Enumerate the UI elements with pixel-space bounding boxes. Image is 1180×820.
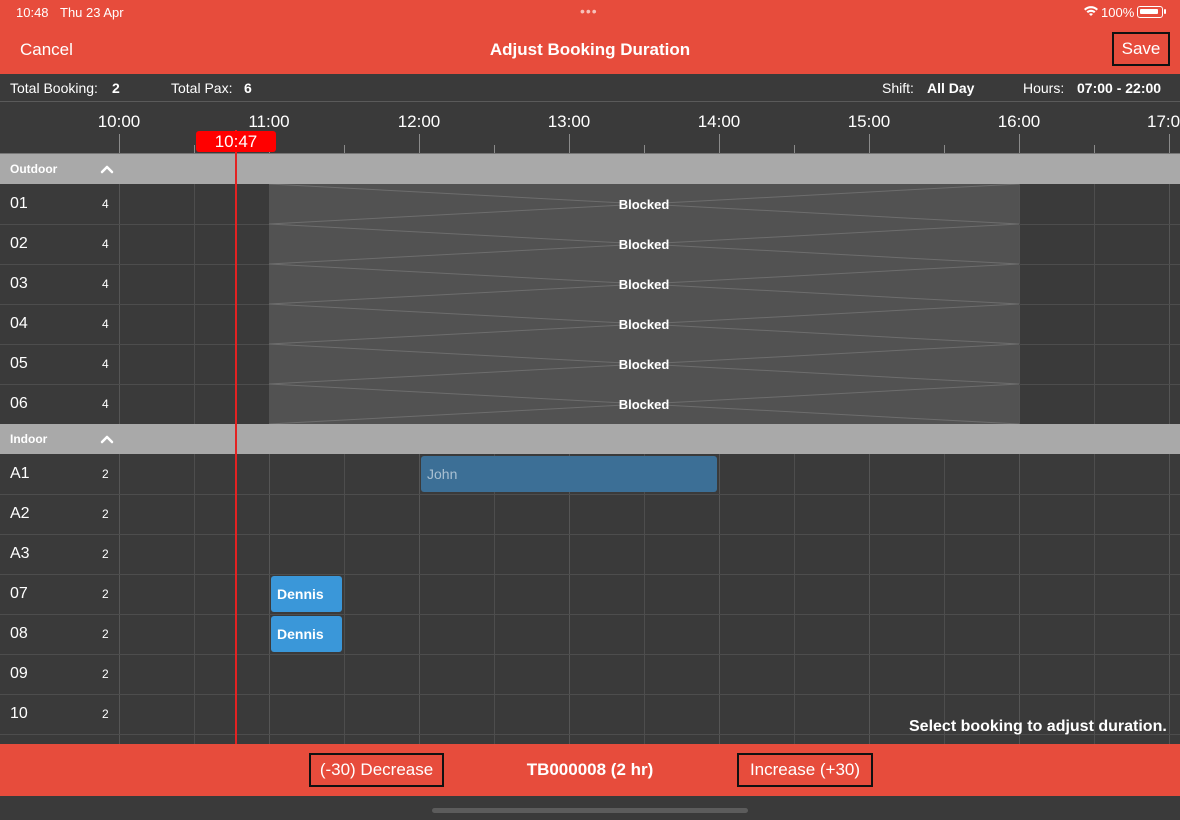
table-pax: 2 (102, 467, 109, 481)
table-name: 09 (10, 665, 28, 682)
blocked-label: Blocked (618, 237, 670, 252)
time-tick (419, 134, 420, 154)
status-time: 10:48 (16, 5, 49, 20)
time-tick (119, 134, 120, 154)
table-row: 09 2 (0, 654, 1180, 694)
page-title: Adjust Booking Duration (489, 40, 691, 59)
table-name: A3 (10, 545, 30, 562)
booking-block[interactable]: Dennis (271, 616, 342, 652)
table-name: 04 (10, 315, 28, 332)
table-name: 10 (10, 705, 28, 722)
section-header-indoor[interactable]: Indoor (0, 424, 1180, 454)
time-tick (1019, 134, 1020, 154)
hour-label: 11:00 (248, 112, 290, 131)
table-name: 03 (10, 275, 28, 292)
hint-text: Select booking to adjust duration. (909, 718, 1167, 735)
chevron-up-icon[interactable] (100, 165, 114, 174)
table-pax: 4 (102, 397, 109, 411)
wifi-icon (1084, 6, 1098, 16)
table-row: A3 2 (0, 534, 1180, 574)
table-pax: 4 (102, 277, 109, 291)
table-pax: 4 (102, 357, 109, 371)
total-booking-label: Total Booking: (10, 80, 98, 96)
time-tick (869, 134, 870, 154)
table-row: A2 2 (0, 494, 1180, 534)
shift-label: Shift: (882, 80, 914, 96)
blocked-label: Blocked (618, 357, 670, 372)
current-time-line (235, 130, 237, 744)
table-name: 07 (10, 585, 28, 602)
blocked-label: Blocked (618, 197, 670, 212)
section-label: Outdoor (10, 162, 58, 176)
table-row: 04 4 Blocked (0, 304, 1180, 344)
multitask-dots-icon: ••• (580, 3, 598, 19)
battery-cap (1164, 9, 1166, 14)
hour-label: 10:00 (97, 112, 141, 131)
table-pax: 4 (102, 197, 109, 211)
status-bar: 10:48 Thu 23 Apr ••• 100% (0, 0, 1180, 24)
hour-label: 13:00 (547, 112, 591, 131)
hour-label: 14:00 (697, 112, 741, 131)
table-pax: 2 (102, 627, 109, 641)
hour-label: 17:0 (1147, 112, 1180, 131)
table-name: 08 (10, 625, 28, 642)
table-row: 08 2 (0, 614, 1180, 654)
table-row: 05 4 Blocked (0, 344, 1180, 384)
save-button[interactable]: Save (1112, 32, 1170, 66)
table-name: 05 (10, 355, 28, 372)
table-name: A2 (10, 505, 30, 522)
battery-percent: 100% (1101, 5, 1135, 20)
table-name: 01 (10, 195, 28, 212)
current-time-tag: 10:47 (196, 131, 276, 152)
booking-block-selected[interactable]: John (421, 456, 717, 492)
total-pax-label: Total Pax: (171, 80, 233, 96)
shift-value[interactable]: All Day (927, 80, 974, 96)
table-row: 07 2 (0, 574, 1180, 614)
blocked-label: Blocked (618, 277, 670, 292)
time-header[interactable]: 10:00 11:00 12:00 13:00 14:00 15:00 16:0… (0, 102, 1180, 154)
table-name: A1 (10, 465, 30, 482)
booking-block[interactable]: Dennis (271, 576, 342, 612)
table-name: 02 (10, 235, 28, 252)
summary-bar: Total Booking: 2 Total Pax: 6 Shift: All… (0, 74, 1180, 102)
section-header-outdoor[interactable]: Outdoor (0, 154, 1180, 184)
battery-icon (1137, 6, 1163, 18)
table-pax: 2 (102, 707, 109, 721)
section-label: Indoor (10, 432, 48, 446)
table-pax: 2 (102, 507, 109, 521)
table-row: 01 4 Blocked (0, 184, 1180, 224)
table-row: 06 4 Blocked (0, 384, 1180, 424)
time-tick (719, 134, 720, 154)
table-pax: 2 (102, 547, 109, 561)
blocked-label: Blocked (618, 397, 670, 412)
table-pax: 4 (102, 317, 109, 331)
home-indicator[interactable] (432, 808, 748, 813)
total-pax-value: 6 (244, 80, 252, 96)
table-name: 06 (10, 395, 28, 412)
table-row: 03 4 Blocked (0, 264, 1180, 304)
hour-label: 15:00 (847, 112, 891, 131)
hours-label: Hours: (1023, 80, 1065, 96)
blocked-label: Blocked (618, 317, 670, 332)
time-tick (1169, 134, 1170, 154)
table-pax: 2 (102, 667, 109, 681)
status-date: Thu 23 Apr (60, 5, 124, 20)
table-pax: 4 (102, 237, 109, 251)
table-pax: 2 (102, 587, 109, 601)
total-booking-value: 2 (112, 80, 120, 96)
hour-label: 12:00 (397, 112, 441, 131)
chevron-up-icon[interactable] (100, 435, 114, 444)
hour-label: 16:00 (997, 112, 1041, 131)
time-tick (569, 134, 570, 154)
hours-value: 07:00 - 22:00 (1077, 80, 1162, 96)
booking-reference: TB000008 (2 hr) (526, 760, 654, 779)
table-row: 02 4 Blocked (0, 224, 1180, 264)
increase-button[interactable]: Increase (+30) (737, 753, 873, 787)
